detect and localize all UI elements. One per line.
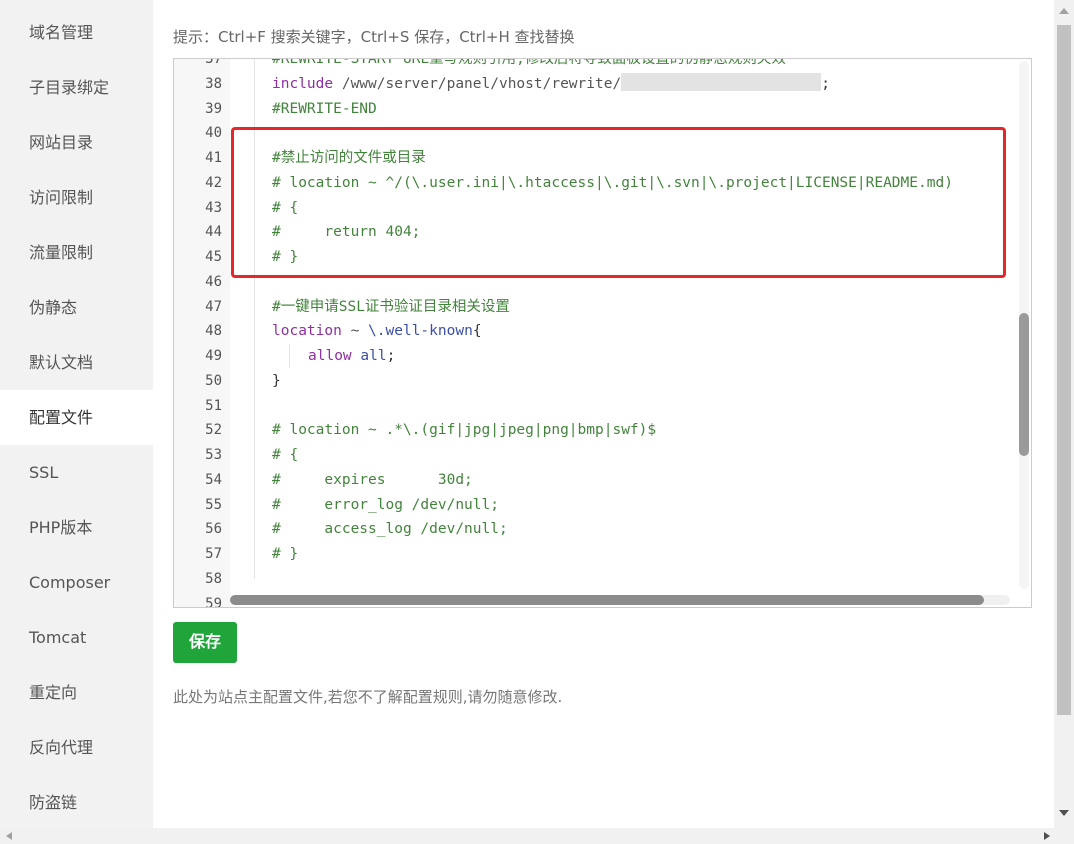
- code-value: all: [351, 348, 387, 364]
- line-number: 39: [205, 100, 222, 117]
- line-number: 38: [205, 75, 222, 92]
- code-line-52: # location ~ .*\.(gif|jpg|jpeg|png|bmp|s…: [272, 422, 657, 439]
- line-number: 53: [205, 447, 222, 463]
- sidebar-item-php-version[interactable]: PHP版本: [0, 500, 153, 555]
- page-vertical-scrollbar[interactable]: [1054, 0, 1074, 828]
- redacted-block: [621, 72, 822, 91]
- line-number: 42: [205, 174, 222, 191]
- code-line-57: # }: [272, 546, 299, 562]
- line-number: 47: [205, 298, 222, 315]
- shortcut-tip: 提示：Ctrl+F 搜索关键字，Ctrl+S 保存，Ctrl+H 查找替换: [173, 28, 575, 46]
- line-number: 55: [205, 496, 222, 513]
- line-number: 56: [205, 521, 222, 538]
- code-keyword: include: [272, 75, 334, 92]
- code-semicolon: ;: [821, 75, 830, 92]
- sidebar-item-redirect[interactable]: 重定向: [0, 665, 153, 720]
- line-number: 44: [205, 224, 222, 241]
- line-number: 52: [205, 422, 222, 439]
- code-line-37: #REWRITE-START URL重写规则引用,修改后将导致面板设置的伪静态规…: [272, 58, 786, 67]
- code-line-38: include /www/server/panel/vhost/rewrite/…: [272, 72, 830, 97]
- sidebar-item-subdir[interactable]: 子目录绑定: [0, 60, 153, 115]
- line-number-gutter: 37 38 39 40 41 42 43 44 45 46 47 48 49 5…: [174, 59, 230, 607]
- sidebar-item-access-limit[interactable]: 访问限制: [0, 170, 153, 225]
- editor-horizontal-scroll-thumb[interactable]: [230, 595, 984, 605]
- code-line-53: # {: [272, 447, 299, 463]
- sidebar-item-site-dir[interactable]: 网站目录: [0, 115, 153, 170]
- sidebar-item-domain[interactable]: 域名管理: [0, 0, 153, 60]
- code-keyword: location: [272, 323, 342, 340]
- sidebar-item-rewrite[interactable]: 伪静态: [0, 280, 153, 335]
- scroll-right-icon[interactable]: [1044, 832, 1050, 840]
- sidebar-item-default-doc[interactable]: 默认文档: [0, 335, 153, 390]
- line-number: 37: [205, 58, 222, 67]
- page-horizontal-scrollbar[interactable]: [0, 828, 1074, 844]
- code-line-54: # expires 30d;: [272, 471, 473, 488]
- scroll-left-icon[interactable]: [6, 832, 12, 840]
- scroll-down-icon[interactable]: [1059, 810, 1069, 816]
- config-warning-note: 此处为站点主配置文件,若您不了解配置规则,请勿随意修改.: [173, 688, 563, 706]
- line-number: 51: [205, 397, 222, 414]
- page-vertical-scroll-thumb[interactable]: [1057, 25, 1071, 715]
- save-button[interactable]: 保存: [173, 622, 237, 663]
- line-number: 46: [205, 273, 222, 290]
- code-line-39: #REWRITE-END: [272, 100, 377, 117]
- code-line-47: #一键申请SSL证书验证目录相关设置: [272, 298, 510, 315]
- editor-vertical-scroll-thumb[interactable]: [1019, 313, 1029, 456]
- line-number: 58: [205, 570, 222, 587]
- red-highlight-box: [231, 127, 1006, 278]
- code-line-49: allow all;: [308, 344, 395, 369]
- code-keyword: allow: [308, 348, 352, 364]
- line-number: 43: [205, 199, 222, 216]
- line-number: 59: [205, 595, 222, 608]
- code-line-55: # error_log /dev/null;: [272, 496, 499, 513]
- code-line-56: # access_log /dev/null;: [272, 521, 508, 538]
- sidebar-item-traffic-limit[interactable]: 流量限制: [0, 225, 153, 280]
- code-brace: {: [472, 323, 482, 340]
- line-number: 40: [205, 125, 222, 142]
- code-path: /www/server/panel/vhost/rewrite/: [333, 75, 622, 92]
- indent-guide: [289, 344, 290, 368]
- line-number: 49: [205, 348, 222, 364]
- code-operator: ~: [341, 323, 369, 340]
- scroll-up-icon[interactable]: [1059, 8, 1069, 14]
- line-number: 45: [205, 249, 222, 265]
- sidebar-item-ssl[interactable]: SSL: [0, 445, 153, 500]
- sidebar-item-composer[interactable]: Composer: [0, 555, 153, 610]
- line-number: 57: [205, 546, 222, 562]
- sidebar-item-config-file[interactable]: 配置文件: [0, 390, 153, 445]
- code-line-50: }: [272, 372, 281, 389]
- sidebar-item-tomcat[interactable]: Tomcat: [0, 610, 153, 665]
- code-line-48: location ~ \.well-known{: [272, 319, 482, 344]
- line-number: 50: [205, 372, 222, 389]
- line-number: 41: [205, 150, 222, 166]
- code-editor[interactable]: 37 38 39 40 41 42 43 44 45 46 47 48 49 5…: [173, 58, 1032, 608]
- sidebar-item-hotlink[interactable]: 防盗链: [0, 775, 153, 830]
- main-panel: 提示：Ctrl+F 搜索关键字，Ctrl+S 保存，Ctrl+H 查找替换 37…: [153, 0, 1053, 828]
- sidebar-item-reverse-proxy[interactable]: 反向代理: [0, 720, 153, 775]
- line-number: 54: [205, 471, 222, 488]
- code-path: \.well-known: [368, 323, 473, 340]
- line-number: 48: [205, 323, 222, 340]
- code-semicolon: ;: [386, 348, 396, 364]
- sidebar-nav: 域名管理 子目录绑定 网站目录 访问限制 流量限制 伪静态 默认文档 配置文件 …: [0, 0, 153, 828]
